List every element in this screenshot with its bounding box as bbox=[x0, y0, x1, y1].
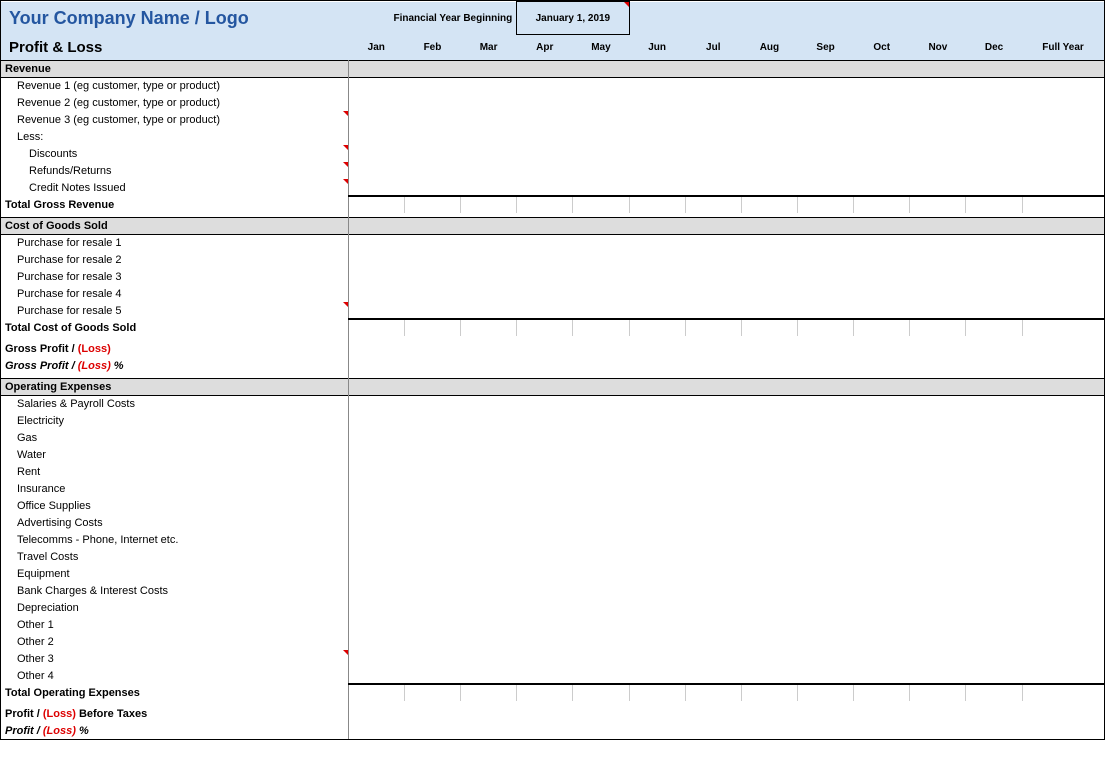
month-fullyear: Full Year bbox=[1022, 35, 1104, 61]
row-label: Electricity bbox=[1, 412, 348, 429]
gross-profit-pct: Gross Profit / (Loss) % bbox=[1, 357, 1104, 374]
row-label: Discounts bbox=[1, 145, 348, 162]
section-opex: Operating Expenses bbox=[1, 378, 1104, 395]
row-label: Revenue 2 (eg customer, type or product) bbox=[1, 94, 348, 111]
table-row[interactable]: Electricity bbox=[1, 412, 1104, 429]
row-label: Office Supplies bbox=[1, 497, 348, 514]
table-row[interactable]: Other 4 bbox=[1, 667, 1104, 684]
profit-pct: Profit / (Loss) % bbox=[1, 722, 1104, 739]
month-sep: Sep bbox=[798, 35, 854, 61]
month-aug: Aug bbox=[741, 35, 797, 61]
table-row[interactable]: Travel Costs bbox=[1, 548, 1104, 565]
row-label: Salaries & Payroll Costs bbox=[1, 395, 348, 412]
table-row[interactable]: Credit Notes Issued bbox=[1, 179, 1104, 196]
total-opex: Total Operating Expenses bbox=[1, 684, 1104, 701]
table-row[interactable]: Other 3 bbox=[1, 650, 1104, 667]
section-opex-title: Operating Expenses bbox=[1, 378, 348, 395]
profit-before-taxes: Profit / (Loss) Before Taxes bbox=[1, 705, 1104, 722]
month-feb: Feb bbox=[404, 35, 460, 61]
table-row[interactable]: Telecomms - Phone, Internet etc. bbox=[1, 531, 1104, 548]
company-name[interactable]: Your Company Name / Logo bbox=[1, 2, 348, 35]
gross-profit-label: Gross Profit / (Loss) bbox=[1, 340, 348, 357]
table-row[interactable]: Discounts bbox=[1, 145, 1104, 162]
fy-label: Financial Year Beginning bbox=[348, 2, 517, 35]
table-row[interactable]: Revenue 2 (eg customer, type or product) bbox=[1, 94, 1104, 111]
total-label: Total Gross Revenue bbox=[1, 196, 348, 213]
table-row[interactable]: Other 1 bbox=[1, 616, 1104, 633]
row-label: Revenue 1 (eg customer, type or product) bbox=[1, 77, 348, 94]
row-label: Purchase for resale 4 bbox=[1, 285, 348, 302]
row-label: Bank Charges & Interest Costs bbox=[1, 582, 348, 599]
month-mar: Mar bbox=[461, 35, 517, 61]
row-label: Purchase for resale 2 bbox=[1, 251, 348, 268]
table-row[interactable]: Salaries & Payroll Costs bbox=[1, 395, 1104, 412]
table-row[interactable]: Insurance bbox=[1, 480, 1104, 497]
row-label: Rent bbox=[1, 463, 348, 480]
table-row[interactable]: Purchase for resale 5 bbox=[1, 302, 1104, 319]
total-gross-revenue: Total Gross Revenue bbox=[1, 196, 1104, 213]
month-jan: Jan bbox=[348, 35, 404, 61]
section-cogs: Cost of Goods Sold bbox=[1, 217, 1104, 234]
row-label: Water bbox=[1, 446, 348, 463]
table-row[interactable]: Purchase for resale 4 bbox=[1, 285, 1104, 302]
table-row[interactable]: Advertising Costs bbox=[1, 514, 1104, 531]
month-may: May bbox=[573, 35, 629, 61]
pbt-label: Profit / (Loss) Before Taxes bbox=[1, 705, 348, 722]
month-jun: Jun bbox=[629, 35, 685, 61]
row-label: Purchase for resale 1 bbox=[1, 234, 348, 251]
row-label: Other 3 bbox=[1, 650, 348, 667]
section-cogs-title: Cost of Goods Sold bbox=[1, 217, 348, 234]
section-revenue: Revenue bbox=[1, 60, 1104, 77]
table-row[interactable]: Revenue 3 (eg customer, type or product) bbox=[1, 111, 1104, 128]
section-revenue-title: Revenue bbox=[1, 60, 348, 77]
row-label: Less: bbox=[1, 128, 348, 145]
fy-value[interactable]: January 1, 2019 bbox=[517, 2, 629, 35]
row-label: Advertising Costs bbox=[1, 514, 348, 531]
gross-profit-pct-label: Gross Profit / (Loss) % bbox=[1, 357, 348, 374]
row-label: Revenue 3 (eg customer, type or product) bbox=[1, 111, 348, 128]
table-row[interactable]: Purchase for resale 2 bbox=[1, 251, 1104, 268]
table-row[interactable]: Water bbox=[1, 446, 1104, 463]
table-row[interactable]: Purchase for resale 1 bbox=[1, 234, 1104, 251]
table-row[interactable]: Other 2 bbox=[1, 633, 1104, 650]
table-row[interactable]: Gas bbox=[1, 429, 1104, 446]
table-row[interactable]: Equipment bbox=[1, 565, 1104, 582]
row-label: Other 2 bbox=[1, 633, 348, 650]
page-title: Profit & Loss bbox=[1, 35, 348, 61]
table-row[interactable]: Revenue 1 (eg customer, type or product) bbox=[1, 77, 1104, 94]
table-row[interactable]: Bank Charges & Interest Costs bbox=[1, 582, 1104, 599]
table-row[interactable]: Office Supplies bbox=[1, 497, 1104, 514]
row-label: Purchase for resale 3 bbox=[1, 268, 348, 285]
table-row[interactable]: Purchase for resale 3 bbox=[1, 268, 1104, 285]
table-row[interactable]: Refunds/Returns bbox=[1, 162, 1104, 179]
row-label: Equipment bbox=[1, 565, 348, 582]
table-row[interactable]: Depreciation bbox=[1, 599, 1104, 616]
header-row: Your Company Name / Logo Financial Year … bbox=[1, 2, 1104, 35]
total-cogs: Total Cost of Goods Sold bbox=[1, 319, 1104, 336]
month-nov: Nov bbox=[910, 35, 966, 61]
month-jul: Jul bbox=[685, 35, 741, 61]
month-apr: Apr bbox=[517, 35, 573, 61]
title-row: Profit & Loss Jan Feb Mar Apr May Jun Ju… bbox=[1, 35, 1104, 61]
row-label: Depreciation bbox=[1, 599, 348, 616]
profit-loss-table: Your Company Name / Logo Financial Year … bbox=[1, 1, 1104, 739]
profit-pct-label: Profit / (Loss) % bbox=[1, 722, 348, 739]
spreadsheet-container: Your Company Name / Logo Financial Year … bbox=[0, 0, 1105, 740]
row-label: Travel Costs bbox=[1, 548, 348, 565]
row-label: Insurance bbox=[1, 480, 348, 497]
row-label: Purchase for resale 5 bbox=[1, 302, 348, 319]
month-dec: Dec bbox=[966, 35, 1022, 61]
row-label: Telecomms - Phone, Internet etc. bbox=[1, 531, 348, 548]
row-label: Other 1 bbox=[1, 616, 348, 633]
row-label: Credit Notes Issued bbox=[1, 179, 348, 196]
table-row[interactable]: Rent bbox=[1, 463, 1104, 480]
gross-profit: Gross Profit / (Loss) bbox=[1, 340, 1104, 357]
total-label: Total Operating Expenses bbox=[1, 684, 348, 701]
total-label: Total Cost of Goods Sold bbox=[1, 319, 348, 336]
month-oct: Oct bbox=[854, 35, 910, 61]
row-label: Gas bbox=[1, 429, 348, 446]
row-label: Refunds/Returns bbox=[1, 162, 348, 179]
table-row[interactable]: Less: bbox=[1, 128, 1104, 145]
row-label: Other 4 bbox=[1, 667, 348, 684]
